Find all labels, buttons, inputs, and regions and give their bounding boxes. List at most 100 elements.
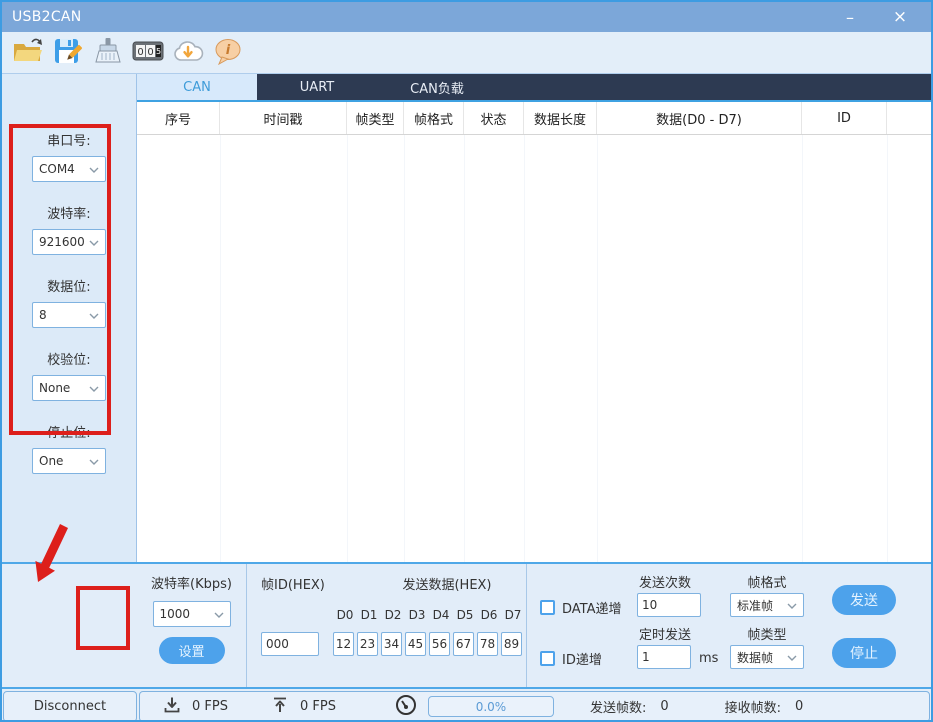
stop-bits-select[interactable]: One xyxy=(32,448,106,474)
tab-can-load[interactable]: CAN负载 xyxy=(377,74,497,100)
tab-bar: CAN UART CAN负载 xyxy=(137,74,931,102)
send-options-section: DATA递增 ID递增 发送次数 定时发送 ms 帧格式 标准帧 帧类型 数据帧… xyxy=(527,564,931,687)
minimize-button[interactable]: – xyxy=(833,2,867,32)
save-button[interactable] xyxy=(50,35,86,71)
close-button[interactable]: × xyxy=(883,2,917,32)
id-increment-label: ID递增 xyxy=(562,649,602,668)
save-icon xyxy=(52,36,84,70)
bus-load-progressbar: 0.0% xyxy=(428,696,554,717)
gauge-icon xyxy=(394,693,418,721)
annotation-arrow xyxy=(28,524,72,592)
byte-input-d7[interactable] xyxy=(501,632,522,656)
col-divider xyxy=(464,135,465,562)
col-divider xyxy=(887,135,888,562)
chevron-down-icon xyxy=(214,607,224,621)
svg-text:0: 0 xyxy=(147,47,153,58)
data-increment-row: DATA递增 xyxy=(540,598,622,617)
can-baud-section: 波特率(Kbps) 1000 设置 xyxy=(137,564,247,687)
counter-icon: 0 0 5 xyxy=(131,37,165,69)
byte-input-d0[interactable] xyxy=(333,632,354,656)
can-baud-label: 波特率(Kbps) xyxy=(137,573,246,592)
data-increment-label: DATA递增 xyxy=(562,598,622,617)
byte-input-d2[interactable] xyxy=(381,632,402,656)
send-button[interactable]: 发送 xyxy=(832,585,896,615)
usb2can-window: USB2CAN – × xyxy=(0,0,933,722)
send-panel: 波特率(Kbps) 1000 设置 帧ID(HEX) 发送数据(HEX) D0 … xyxy=(2,562,931,687)
connection-status[interactable]: Disconnect xyxy=(3,691,137,722)
sent-frames-value: 0 xyxy=(660,699,668,714)
frame-id-label: 帧ID(HEX) xyxy=(261,574,325,593)
tab-uart[interactable]: UART xyxy=(257,74,377,100)
svg-text:i: i xyxy=(226,43,231,58)
frame-format-label: 帧格式 xyxy=(730,572,804,591)
send-count-label: 发送次数 xyxy=(639,572,691,591)
col-divider xyxy=(802,135,803,562)
timed-send-label: 定时发送 xyxy=(639,624,691,643)
tx-fps: 0 FPS xyxy=(300,699,336,714)
col-divider xyxy=(220,135,221,562)
open-file-button[interactable] xyxy=(10,35,46,71)
byte-input-d1[interactable] xyxy=(357,632,378,656)
byte-input-d3[interactable] xyxy=(405,632,426,656)
byte-inputs xyxy=(333,632,525,656)
col-divider xyxy=(347,135,348,562)
id-increment-row: ID递增 xyxy=(540,649,602,668)
annotation-rect-connect-button xyxy=(76,586,130,650)
frame-type-select[interactable]: 数据帧 xyxy=(730,645,804,669)
frame-data-section: 帧ID(HEX) 发送数据(HEX) D0 D1 D2 D3 D4 D5 D6 … xyxy=(247,564,527,687)
svg-text:0: 0 xyxy=(137,47,143,58)
sent-frames-label: 发送帧数: xyxy=(590,697,646,716)
rx-fps: 0 FPS xyxy=(192,699,228,714)
window-title: USB2CAN xyxy=(12,9,82,25)
chevron-down-icon xyxy=(89,454,99,468)
toolbar: 0 0 5 i xyxy=(2,32,931,74)
timed-send-input[interactable] xyxy=(637,645,691,669)
clear-button[interactable] xyxy=(90,35,126,71)
id-increment-checkbox[interactable] xyxy=(540,651,555,666)
bus-load-value: 0.0% xyxy=(476,700,507,714)
col-frame-format[interactable]: 帧格式 xyxy=(404,102,464,134)
recv-frames-label: 接收帧数: xyxy=(725,697,781,716)
col-data[interactable]: 数据(D0 - D7) xyxy=(597,102,802,134)
set-baud-button[interactable]: 设置 xyxy=(159,637,225,664)
col-divider xyxy=(524,135,525,562)
info-icon: i xyxy=(213,37,243,69)
can-baud-select[interactable]: 1000 xyxy=(153,601,231,627)
col-divider xyxy=(404,135,405,562)
byte-input-d6[interactable] xyxy=(477,632,498,656)
chevron-down-icon xyxy=(787,598,797,612)
col-status[interactable]: 状态 xyxy=(464,102,524,134)
frame-id-input[interactable] xyxy=(261,632,319,656)
col-frame-type[interactable]: 帧类型 xyxy=(347,102,404,134)
col-divider xyxy=(597,135,598,562)
stop-button[interactable]: 停止 xyxy=(832,638,896,668)
svg-text:5: 5 xyxy=(156,47,161,56)
counter-button[interactable]: 0 0 5 xyxy=(130,35,166,71)
upload-fps-icon xyxy=(270,695,290,719)
byte-labels: D0 D1 D2 D3 D4 D5 D6 D7 xyxy=(333,608,525,622)
download-fps-icon xyxy=(162,695,182,719)
titlebar: USB2CAN – × xyxy=(2,2,931,32)
cloud-download-button[interactable] xyxy=(170,35,206,71)
send-count-input[interactable] xyxy=(637,593,701,617)
frame-format-select[interactable]: 标准帧 xyxy=(730,593,804,617)
stats-card: 0 FPS 0 FPS 0.0% 发送帧数: 0 xyxy=(139,691,930,722)
byte-input-d5[interactable] xyxy=(453,632,474,656)
info-button[interactable]: i xyxy=(210,35,246,71)
col-seq[interactable]: 序号 xyxy=(137,102,220,134)
col-data-length[interactable]: 数据长度 xyxy=(524,102,597,134)
statusbar: Disconnect 0 FPS 0 FPS xyxy=(2,687,931,722)
send-data-label: 发送数据(HEX) xyxy=(377,574,517,593)
col-timestamp[interactable]: 时间戳 xyxy=(220,102,347,134)
ms-unit-label: ms xyxy=(699,651,718,666)
byte-input-d4[interactable] xyxy=(429,632,450,656)
cloud-download-icon xyxy=(171,37,205,69)
open-file-icon xyxy=(12,36,44,70)
frame-table-body[interactable] xyxy=(137,135,931,562)
tab-can[interactable]: CAN xyxy=(137,74,257,100)
data-increment-checkbox[interactable] xyxy=(540,600,555,615)
table-header: 序号 时间戳 帧类型 帧格式 状态 数据长度 数据(D0 - D7) ID xyxy=(137,102,931,135)
chevron-down-icon xyxy=(787,650,797,664)
col-id[interactable]: ID xyxy=(802,102,887,134)
annotation-rect-serial-settings xyxy=(9,124,111,435)
